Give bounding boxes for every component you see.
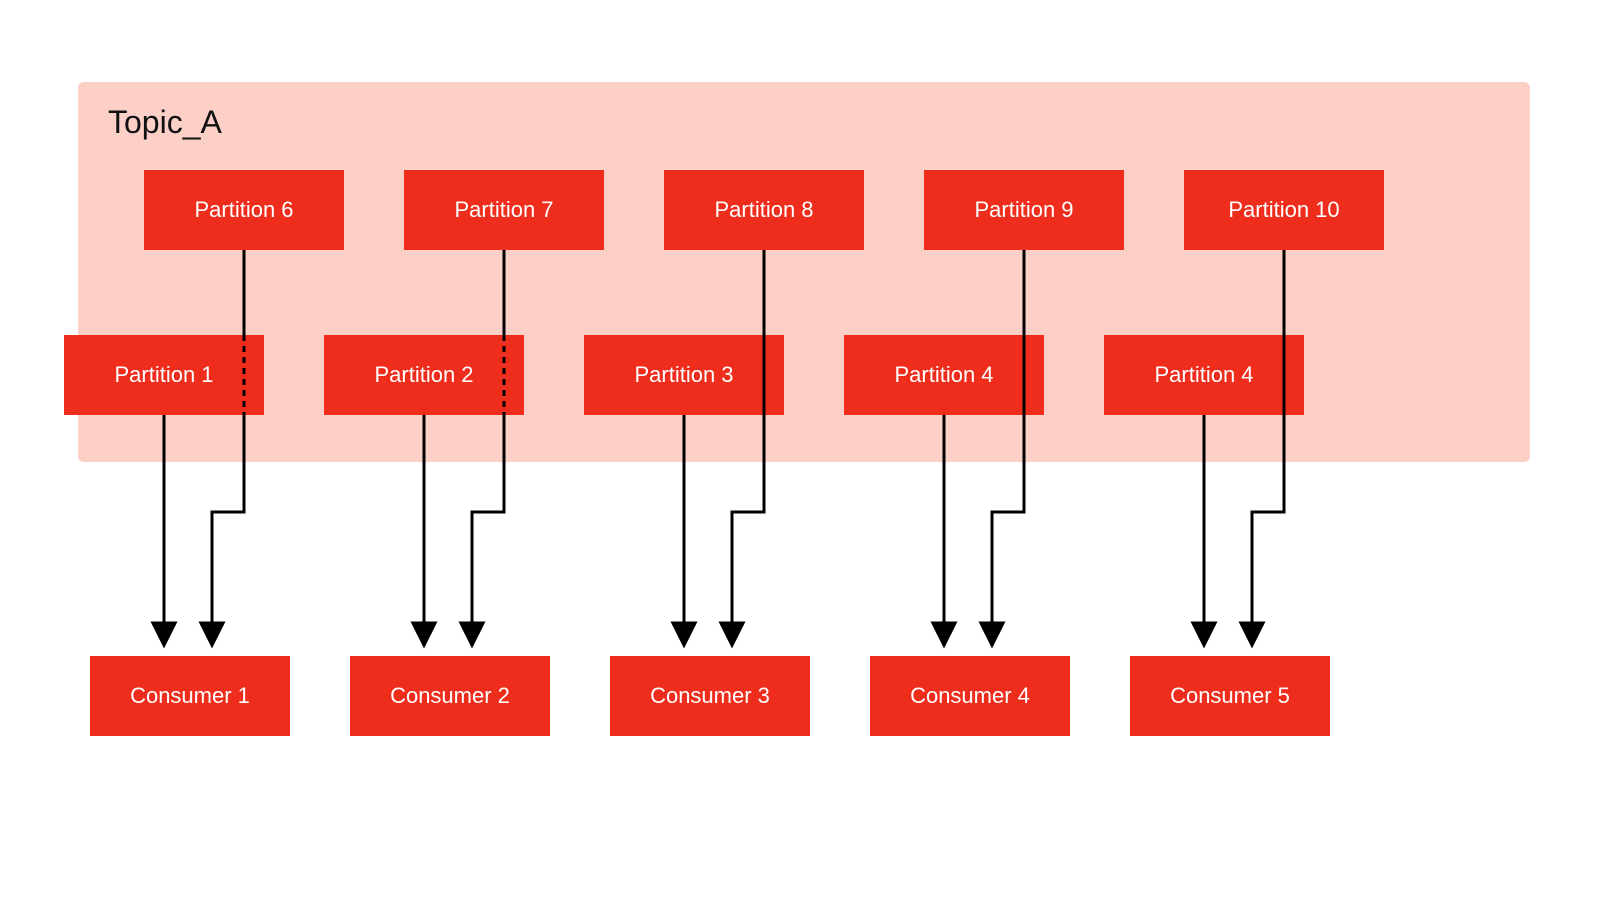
partition-box: Partition 9 <box>924 170 1124 250</box>
partition-box: Partition 3 <box>584 335 784 415</box>
partition-box: Partition 2 <box>324 335 524 415</box>
consumer-box: Consumer 5 <box>1130 656 1330 736</box>
partition-box: Partition 8 <box>664 170 864 250</box>
partition-box: Partition 4 <box>844 335 1044 415</box>
consumer-box: Consumer 4 <box>870 656 1070 736</box>
topic-title: Topic_A <box>108 104 222 141</box>
partition-box: Partition 1 <box>64 335 264 415</box>
partition-box: Partition 10 <box>1184 170 1384 250</box>
consumer-box: Consumer 3 <box>610 656 810 736</box>
topic-container <box>78 82 1530 462</box>
partition-box: Partition 4 <box>1104 335 1304 415</box>
consumer-box: Consumer 2 <box>350 656 550 736</box>
partition-box: Partition 7 <box>404 170 604 250</box>
partition-box: Partition 6 <box>144 170 344 250</box>
consumer-box: Consumer 1 <box>90 656 290 736</box>
